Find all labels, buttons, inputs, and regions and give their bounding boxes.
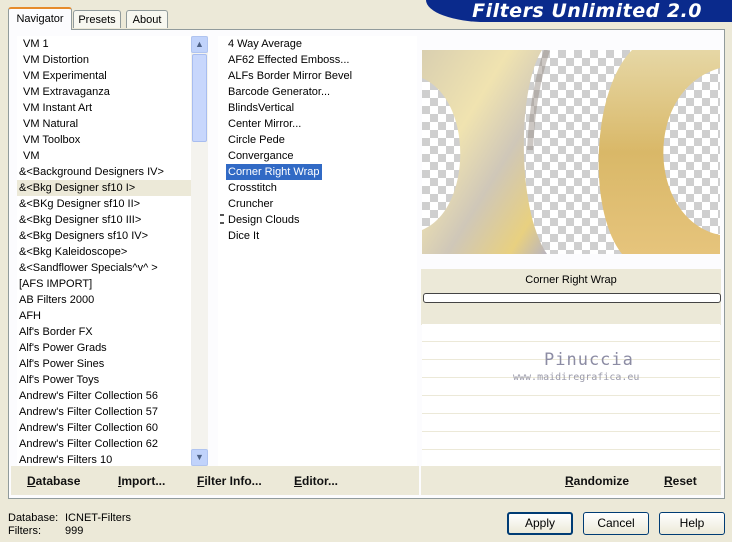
filter-item[interactable]: Corner Right Wrap	[226, 164, 322, 180]
category-item[interactable]: &<Bkg Designers sf10 IV>	[17, 228, 191, 244]
category-item[interactable]: Alf's Power Toys	[17, 372, 191, 388]
scroll-down-icon[interactable]: ▼	[191, 449, 208, 466]
list-toolbar: Database Import... Filter Info... Editor…	[11, 466, 419, 495]
drag-grip-icon	[220, 214, 224, 224]
category-item[interactable]: Andrew's Filter Collection 60	[17, 420, 191, 436]
status-database-value: ICNET-Filters	[65, 512, 131, 524]
category-item[interactable]: Andrew's Filter Collection 57	[17, 404, 191, 420]
category-item[interactable]: VM Experimental	[17, 68, 191, 84]
scroll-thumb[interactable]	[192, 54, 207, 142]
category-item[interactable]: &<Background Designers IV>	[17, 164, 191, 180]
filter-item[interactable]: AF62 Effected Emboss...	[218, 52, 417, 68]
filter-list[interactable]: 4 Way Average AF62 Effected Emboss... ALFs…	[218, 36, 417, 466]
filter-item[interactable]: Center Mirror...	[218, 116, 417, 132]
filter-item[interactable]: Convergance	[218, 148, 417, 164]
category-item[interactable]: AFH	[17, 308, 191, 324]
preview-toolbar: Randomize Reset	[421, 466, 721, 495]
category-item[interactable]: Andrew's Filter Collection 62	[17, 436, 191, 452]
import-button[interactable]: Import...	[118, 474, 165, 488]
category-item[interactable]: Alf's Power Grads	[17, 340, 191, 356]
filter-item[interactable]: Barcode Generator...	[218, 84, 417, 100]
filter-item[interactable]: BlindsVertical	[218, 100, 417, 116]
watermark-name: Pinuccia	[544, 350, 634, 370]
tab-navigator[interactable]: Navigator	[8, 7, 72, 30]
status-filters-label: Filters:	[8, 525, 41, 537]
filter-item[interactable]: Design Clouds	[218, 212, 417, 228]
apply-button[interactable]: Apply	[507, 512, 573, 535]
filter-item[interactable]: 4 Way Average	[218, 36, 417, 52]
cancel-button[interactable]: Cancel	[583, 512, 649, 535]
status-database-label: Database:	[8, 512, 59, 524]
category-item[interactable]: Andrew's Filter Collection 56	[17, 388, 191, 404]
filter-item[interactable]: Cruncher	[218, 196, 417, 212]
category-item[interactable]: &<Bkg Designer sf10 III>	[17, 212, 191, 228]
filter-item[interactable]: Circle Pede	[218, 132, 417, 148]
category-item[interactable]: &<BKg Designer sf10 II>	[17, 196, 191, 212]
help-button[interactable]: Help	[659, 512, 725, 535]
tab-presets[interactable]: Presets	[73, 10, 121, 28]
category-item[interactable]: VM Instant Art	[17, 100, 191, 116]
progress-bar	[423, 293, 721, 303]
category-item[interactable]: VM	[17, 148, 191, 164]
editor-button[interactable]: Editor...	[294, 474, 338, 488]
category-item[interactable]: &<Bkg Designer sf10 I>	[17, 180, 191, 196]
filter-preview-image	[422, 50, 720, 254]
category-item[interactable]: Alf's Power Sines	[17, 356, 191, 372]
category-item[interactable]: Alf's Border FX	[17, 324, 191, 340]
category-list[interactable]: VM 1 VM Distortion VM Experimental VM Extra…	[17, 36, 191, 466]
randomize-button[interactable]: Randomize	[565, 474, 629, 488]
filter-item[interactable]: Dice It	[218, 228, 417, 244]
category-item[interactable]: VM Distortion	[17, 52, 191, 68]
category-item[interactable]: VM Natural	[17, 116, 191, 132]
scroll-up-icon[interactable]: ▲	[191, 36, 208, 53]
category-item[interactable]: VM 1	[17, 36, 191, 52]
selected-filter-title: Corner Right Wrap	[525, 274, 617, 286]
reset-button[interactable]: Reset	[664, 474, 697, 488]
parameter-area	[422, 324, 720, 468]
filter-info-button[interactable]: Filter Info...	[197, 474, 262, 488]
category-item[interactable]: &<Bkg Kaleidoscope>	[17, 244, 191, 260]
category-item[interactable]: VM Extravaganza	[17, 84, 191, 100]
category-item[interactable]: Andrew's Filters 10	[17, 452, 191, 466]
category-item[interactable]: AB Filters 2000	[17, 292, 191, 308]
category-item[interactable]: VM Toolbox	[17, 132, 191, 148]
tab-about[interactable]: About	[126, 10, 168, 28]
filter-item[interactable]: ALFs Border Mirror Bevel	[218, 68, 417, 84]
filter-item[interactable]: Crosstitch	[218, 180, 417, 196]
database-button[interactable]: Database	[27, 474, 80, 488]
category-item[interactable]: &<Sandflower Specials^v^ >	[17, 260, 191, 276]
category-item[interactable]: [AFS IMPORT]	[17, 276, 191, 292]
watermark-url: www.maidiregrafica.eu	[513, 372, 640, 383]
category-scrollbar[interactable]: ▲ ▼	[191, 36, 208, 466]
app-brand-title: Filters Unlimited 2.0	[426, 0, 732, 22]
status-filters-value: 999	[65, 525, 84, 537]
